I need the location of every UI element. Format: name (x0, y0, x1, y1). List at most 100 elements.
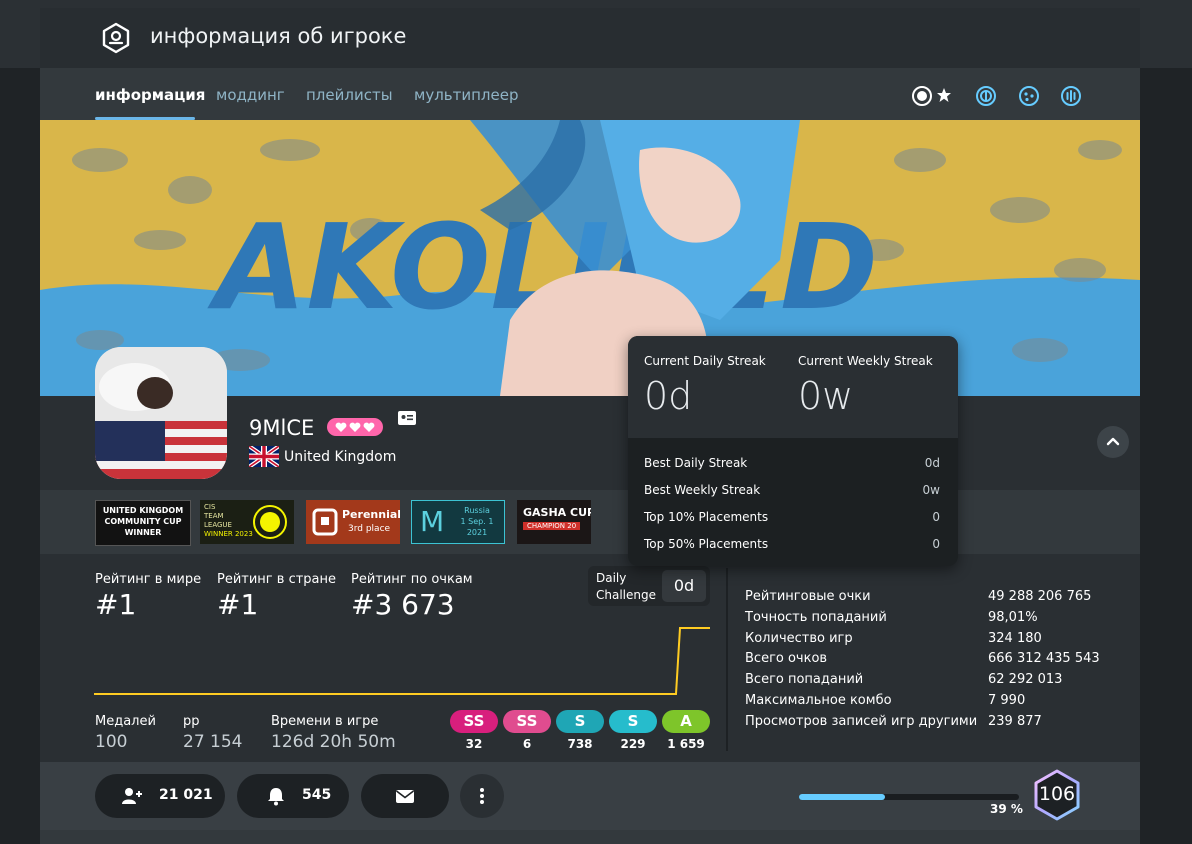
tab-multiplayer[interactable]: мультиплеер (414, 86, 518, 104)
daily-challenge-label: Challenge (596, 588, 656, 602)
stat-label: Рейтинговые очки (745, 589, 871, 604)
mapping-subscribers-count: 545 (302, 787, 332, 803)
followers-count: 21 021 (159, 787, 213, 803)
follow-button[interactable]: 21 021 (95, 774, 225, 818)
pp-label: pp (183, 714, 200, 729)
tab-playlists[interactable]: плейлисты (306, 86, 393, 104)
stat-value: 324 180 (988, 631, 1042, 646)
osu-taiko-icon[interactable] (975, 85, 997, 107)
badge-sun-icon (253, 505, 287, 539)
grade-sh-count: 738 (567, 737, 593, 751)
country-rank-label: Рейтинг в стране (217, 572, 336, 587)
profile-badges: UNITED KINGDOM COMMUNITY CUP WINNER CIS … (40, 490, 1140, 554)
grade-a-count: 1 659 (667, 737, 705, 751)
avatar[interactable] (95, 347, 227, 479)
stat-label: Максимальное комбо (745, 693, 892, 708)
supporter-badge[interactable] (327, 418, 383, 436)
current-weekly-streak-label: Current Weekly Streak (798, 354, 933, 368)
badge-text: CHAMPION 20 (523, 522, 581, 530)
level-value: 106 (1038, 783, 1076, 805)
uk-flag-icon (249, 446, 279, 467)
badge-logo-icon (312, 508, 338, 536)
badge-text: WINNER (124, 528, 162, 537)
current-daily-streak-value: 0d (644, 374, 693, 418)
popup-row-value: 0 (932, 537, 940, 551)
supporter-hearts-icon (335, 422, 375, 432)
mapping-subscribe-button[interactable]: 545 (237, 774, 349, 818)
badge-text: 2021 (466, 528, 488, 537)
user-card-icon[interactable] (398, 411, 416, 425)
playtime-value: 126d 20h 50m (271, 732, 396, 752)
grade-ss-count: 6 (522, 737, 532, 751)
score-rank-label: Рейтинг по очкам (351, 572, 473, 587)
profile-tabs: информация моддинг плейлисты мультиплеер (40, 68, 1140, 120)
badge-cis-team-league[interactable]: CIS TEAM LEAGUE WINNER 2023 (200, 500, 294, 544)
popup-row-label: Best Daily Streak (644, 456, 748, 470)
country-rank-value: #1 (217, 588, 259, 621)
playtime-label: Времени в игре (271, 714, 379, 729)
current-daily-streak-label: Current Daily Streak (644, 354, 766, 368)
grade-sh: S (556, 710, 604, 734)
level-badge: 106 (1030, 768, 1084, 822)
daily-challenge-box[interactable]: Daily Challenge 0d (588, 566, 710, 606)
stat-value: 7 990 (988, 693, 1026, 708)
popup-row-label: Top 10% Placements (644, 510, 769, 524)
tab-info[interactable]: информация (95, 86, 205, 104)
popup-row-label: Top 50% Placements (644, 537, 769, 551)
badge-text: COMMUNITY CUP (104, 517, 182, 526)
daily-challenge-label: Daily (596, 571, 627, 585)
grade-ssh: SS (450, 710, 498, 734)
osu-catch-icon[interactable] (1018, 85, 1040, 107)
stat-value: 49 288 206 765 (988, 589, 1092, 604)
stat-value: 666 312 435 543 (988, 651, 1100, 666)
global-rank-label: Рейтинг в мире (95, 572, 202, 587)
grade-a-pill: A (662, 710, 710, 733)
stat-value: 239 877 (988, 714, 1042, 729)
level-progress-bar (799, 794, 1019, 800)
collapse-header-button[interactable] (1097, 426, 1129, 458)
badge-community-cup[interactable]: UNITED KINGDOM COMMUNITY CUP WINNER (95, 500, 191, 546)
level-progress-label: 39 % (990, 802, 1023, 816)
send-message-button[interactable] (361, 774, 449, 818)
more-options-button[interactable] (460, 774, 504, 818)
badge-text: CIS (204, 503, 216, 511)
osu-standard-icon[interactable] (911, 85, 933, 107)
level-progress-fill (799, 794, 885, 800)
medals-value: 100 (95, 732, 128, 752)
username: 9MlCE (249, 416, 315, 440)
badge-text: 3rd place (348, 524, 391, 534)
badge-text: M (420, 505, 445, 538)
grade-a: A (662, 710, 710, 734)
badge-perennial[interactable]: Perennial 3rd place (306, 500, 400, 544)
more-vertical-icon (480, 788, 484, 804)
grade-ss: SS (503, 710, 551, 734)
daily-challenge-value: 0d (662, 570, 706, 602)
badge-russia-2021[interactable]: M Russia 1 Sep. 1 2021 (411, 500, 505, 544)
avatar-image (95, 347, 227, 479)
stat-value: 98,01% (988, 610, 1038, 625)
country-name[interactable]: United Kingdom (284, 449, 396, 465)
add-friend-icon (122, 788, 142, 804)
stat-value: 62 292 013 (988, 672, 1063, 687)
osu-mania-icon[interactable] (1060, 85, 1082, 107)
popup-row-value: 0w (922, 483, 940, 497)
user-hexagon-icon (102, 22, 130, 54)
badge-text: 1 Sep. 1 (460, 517, 494, 526)
badge-gasha-cup[interactable]: GASHA CUP CHAMPION 20 (517, 500, 591, 544)
badge-text: GASHA CUP (523, 506, 591, 519)
grade-s-pill: S (609, 710, 657, 733)
badge-text: WINNER 2023 (204, 530, 253, 538)
default-mode-star-icon (937, 88, 951, 102)
popup-row-label: Best Weekly Streak (644, 483, 761, 497)
medals-label: Медалей (95, 714, 156, 729)
grade-s: S (609, 710, 657, 734)
popup-row-value: 0d (924, 456, 940, 470)
tab-modding[interactable]: моддинг (216, 86, 285, 104)
badge-text: UNITED KINGDOM (102, 506, 184, 515)
daily-challenge-popup: Current Daily Streak 0d Current Weekly S… (628, 336, 958, 566)
chevron-up-icon (1106, 437, 1120, 446)
grade-sh-pill: S (556, 710, 604, 733)
stats-divider (726, 568, 728, 751)
rank-history-graph[interactable] (94, 620, 714, 700)
grade-ssh-count: 32 (465, 737, 483, 751)
